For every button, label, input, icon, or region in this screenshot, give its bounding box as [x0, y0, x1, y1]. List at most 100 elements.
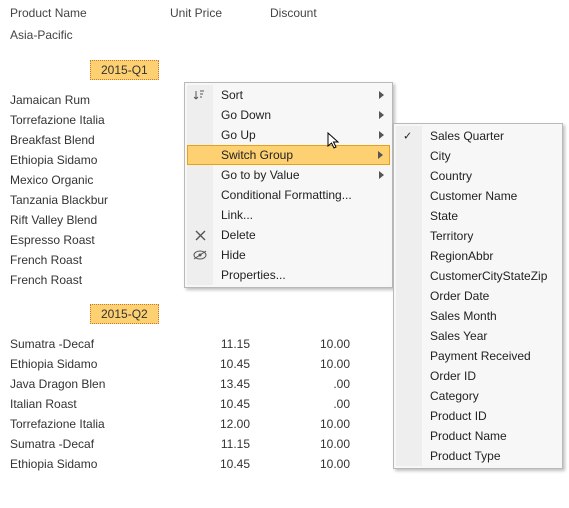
menu-sort[interactable]: Sort: [187, 85, 390, 105]
submenu-item[interactable]: Category: [396, 386, 560, 406]
submenu-item[interactable]: Customer Name: [396, 186, 560, 206]
submenu-item[interactable]: Product Type: [396, 446, 560, 466]
cell-product-name: Torrefazione Italia: [10, 417, 170, 431]
cell-product-name: Mexico Organic: [10, 173, 170, 187]
check-icon: ✓: [403, 130, 412, 143]
cell-unit-price: 11.15: [170, 437, 270, 451]
cell-product-name: Tanzania Blackbur: [10, 193, 170, 207]
submenu-item[interactable]: RegionAbbr: [396, 246, 560, 266]
cell-unit-price: 10.45: [170, 457, 270, 471]
delete-icon: [193, 228, 207, 242]
menu-hide-label: Hide: [221, 248, 246, 262]
cell-product-name: Ethiopia Sidamo: [10, 357, 170, 371]
region-label: Asia-Pacific: [0, 24, 569, 46]
sort-icon: [193, 88, 207, 102]
submenu-item-label: RegionAbbr: [430, 249, 493, 263]
cell-discount: 10.00: [270, 457, 370, 471]
cell-unit-price: 10.45: [170, 357, 270, 371]
submenu-item-label: Product Type: [430, 449, 501, 463]
quarter-badge[interactable]: 2015-Q1: [90, 60, 159, 80]
submenu-item-label: Sales Month: [430, 309, 497, 323]
submenu-arrow-icon: [379, 111, 384, 119]
cell-product-name: Breakfast Blend: [10, 133, 170, 147]
header-unit-price[interactable]: Unit Price: [170, 6, 270, 20]
switch-group-submenu: ✓ Sales Quarter City Country Customer Name St…: [393, 123, 563, 469]
cell-discount: 10.00: [270, 357, 370, 371]
cell-unit-price: 13.45: [170, 377, 270, 391]
submenu-item-label: Sales Year: [430, 329, 487, 343]
quarter-badge[interactable]: 2015-Q2: [90, 304, 159, 324]
cell-discount: .00: [270, 397, 370, 411]
submenu-item[interactable]: Order ID: [396, 366, 560, 386]
submenu-item[interactable]: Territory: [396, 226, 560, 246]
submenu-item-label: Order Date: [430, 289, 489, 303]
submenu-item[interactable]: Order Date: [396, 286, 560, 306]
menu-go-down[interactable]: Go Down: [187, 105, 390, 125]
submenu-arrow-icon: [379, 171, 384, 179]
menu-go-down-label: Go Down: [221, 108, 271, 122]
submenu-item[interactable]: CustomerCityStateZip: [396, 266, 560, 286]
menu-conditional-formatting-label: Conditional Formatting...: [221, 188, 352, 202]
cell-product-name: Rift Valley Blend: [10, 213, 170, 227]
cell-product-name: French Roast: [10, 273, 170, 287]
submenu-item-label: Product Name: [430, 429, 507, 443]
cell-product-name: Espresso Roast: [10, 233, 170, 247]
menu-delete-label: Delete: [221, 228, 256, 242]
submenu-item[interactable]: City: [396, 146, 560, 166]
menu-go-up-label: Go Up: [221, 128, 256, 142]
submenu-arrow-icon: [379, 131, 384, 139]
submenu-item-label: State: [430, 209, 458, 223]
cell-product-name: Italian Roast: [10, 397, 170, 411]
cell-product-name: Sumatra -Decaf: [10, 337, 170, 351]
cell-unit-price: 12.00: [170, 417, 270, 431]
header-product-name[interactable]: Product Name: [10, 6, 170, 20]
submenu-item[interactable]: Sales Month: [396, 306, 560, 326]
submenu-item[interactable]: ✓ Sales Quarter: [396, 126, 560, 146]
submenu-arrow-icon: [379, 91, 384, 99]
submenu-item-label: Category: [430, 389, 479, 403]
menu-go-to-by-value-label: Go to by Value: [221, 168, 300, 182]
menu-conditional-formatting[interactable]: Conditional Formatting...: [187, 185, 390, 205]
cell-unit-price: 11.15: [170, 337, 270, 351]
cell-product-name: Ethiopia Sidamo: [10, 153, 170, 167]
menu-hide[interactable]: Hide: [187, 245, 390, 265]
hide-icon: [193, 248, 207, 262]
submenu-item-label: Order ID: [430, 369, 476, 383]
submenu-item-label: Sales Quarter: [430, 129, 504, 143]
submenu-item-label: Customer Name: [430, 189, 517, 203]
cell-product-name: Sumatra -Decaf: [10, 437, 170, 451]
cell-discount: 10.00: [270, 437, 370, 451]
submenu-item[interactable]: Payment Received: [396, 346, 560, 366]
submenu-item-label: Country: [430, 169, 472, 183]
menu-properties[interactable]: Properties...: [187, 265, 390, 285]
submenu-item-label: CustomerCityStateZip: [430, 269, 547, 283]
cell-discount: .00: [270, 377, 370, 391]
menu-switch-group-label: Switch Group: [221, 148, 293, 162]
menu-go-to-by-value[interactable]: Go to by Value: [187, 165, 390, 185]
cell-product-name: French Roast: [10, 253, 170, 267]
menu-go-up[interactable]: Go Up: [187, 125, 390, 145]
cell-discount: 10.00: [270, 417, 370, 431]
submenu-item[interactable]: Sales Year: [396, 326, 560, 346]
submenu-item[interactable]: Country: [396, 166, 560, 186]
header-discount[interactable]: Discount: [270, 6, 370, 20]
cell-product-name: Ethiopia Sidamo: [10, 457, 170, 471]
menu-switch-group[interactable]: Switch Group: [187, 145, 390, 165]
menu-delete[interactable]: Delete: [187, 225, 390, 245]
cell-product-name: Jamaican Rum: [10, 93, 170, 107]
submenu-item-label: Territory: [430, 229, 473, 243]
submenu-item[interactable]: State: [396, 206, 560, 226]
cell-product-name: Java Dragon Blen: [10, 377, 170, 391]
menu-sort-label: Sort: [221, 88, 243, 102]
menu-link[interactable]: Link...: [187, 205, 390, 225]
submenu-item[interactable]: Product ID: [396, 406, 560, 426]
submenu-item-label: Payment Received: [430, 349, 531, 363]
menu-link-label: Link...: [221, 208, 253, 222]
cell-discount: 10.00: [270, 337, 370, 351]
submenu-item[interactable]: Product Name: [396, 426, 560, 446]
submenu-item-label: Product ID: [430, 409, 487, 423]
table-header: Product Name Unit Price Discount: [0, 0, 569, 24]
cell-unit-price: 10.45: [170, 397, 270, 411]
cell-product-name: Torrefazione Italia: [10, 113, 170, 127]
submenu-arrow-icon: [378, 151, 383, 159]
